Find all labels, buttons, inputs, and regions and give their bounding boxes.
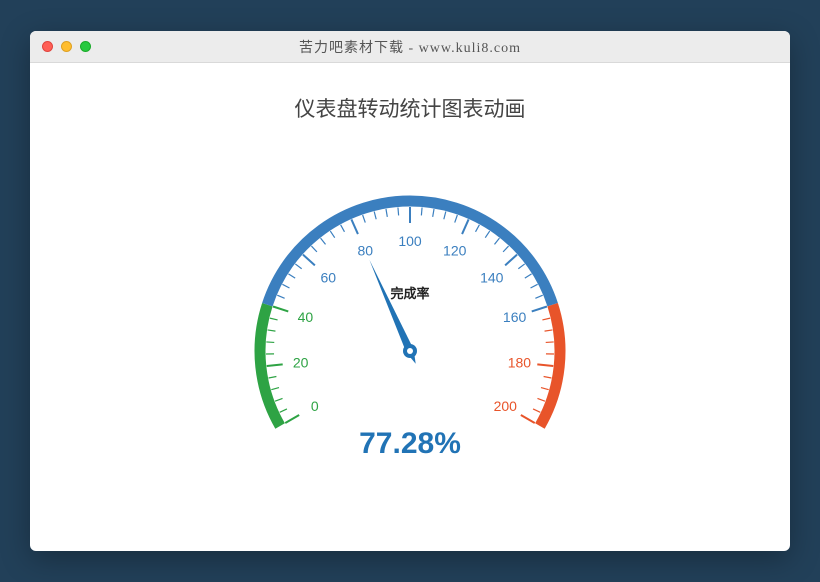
gauge-tick-label: 100 — [398, 233, 422, 249]
gauge-minor-tick — [271, 388, 279, 390]
gauge-minor-tick — [476, 225, 480, 232]
gauge-major-tick — [285, 415, 299, 423]
gauge-minor-tick — [330, 231, 334, 238]
gauge-minor-tick — [421, 208, 422, 216]
gauge-minor-tick — [269, 376, 277, 377]
gauge-minor-tick — [503, 246, 508, 252]
gauge-minor-tick — [525, 274, 532, 278]
gauge-minor-tick — [341, 225, 345, 232]
gauge-minor-tick — [535, 295, 542, 298]
gauge-tick-label: 80 — [357, 243, 373, 259]
gauge-tick-label: 120 — [443, 243, 467, 259]
gauge-minor-tick — [455, 215, 458, 223]
content-area: 仪表盘转动统计图表动画 0 20 40 60 80 100 120 140 160 180 200 … — [30, 63, 790, 501]
gauge-major-tick — [462, 219, 469, 234]
gauge-minor-tick — [531, 284, 538, 288]
gauge-value-label: 77.28% — [359, 427, 461, 461]
gauge-minor-tick — [386, 209, 387, 217]
gauge-minor-tick — [544, 376, 552, 377]
gauge-minor-tick — [546, 342, 554, 343]
gauge-minor-tick — [542, 318, 550, 320]
gauge-minor-tick — [545, 330, 553, 331]
gauge-tick-label: 140 — [480, 269, 504, 285]
gauge-minor-tick — [268, 330, 276, 331]
minimize-icon[interactable] — [61, 41, 72, 52]
gauge-tick-label: 20 — [293, 354, 309, 370]
gauge-tick-label: 180 — [508, 354, 532, 370]
gauge-minor-tick — [270, 318, 278, 320]
gauge-minor-tick — [277, 295, 284, 298]
gauge-minor-tick — [518, 264, 524, 269]
gauge-needle-hub-inner — [407, 348, 413, 354]
gauge-major-tick — [532, 307, 547, 312]
page-title: 仪表盘转动统计图表动画 — [295, 93, 526, 123]
gauge-minor-tick — [311, 246, 316, 252]
gauge-minor-tick — [533, 409, 540, 412]
gauge-minor-tick — [282, 284, 289, 288]
maximize-icon[interactable] — [80, 41, 91, 52]
gauge-tick-label: 160 — [503, 309, 527, 325]
close-icon[interactable] — [42, 41, 53, 52]
gauge-minor-tick — [266, 342, 274, 343]
gauge-minor-tick — [363, 215, 366, 223]
browser-window: 苦力吧素材下载 - www.kuli8.com 仪表盘转动统计图表动画 0 20 4… — [30, 31, 790, 551]
window-titlebar: 苦力吧素材下载 - www.kuli8.com — [30, 31, 790, 63]
gauge-minor-tick — [374, 212, 376, 220]
gauge-major-tick — [273, 307, 288, 312]
gauge-major-tick — [267, 364, 283, 366]
gauge-minor-tick — [398, 208, 399, 216]
gauge-minor-tick — [321, 238, 326, 244]
gauge-minor-tick — [537, 398, 544, 401]
gauge-minor-tick — [541, 388, 549, 390]
gauge-minor-tick — [433, 209, 434, 217]
gauge-minor-tick — [494, 238, 499, 244]
gauge-chart: 0 20 40 60 80 100 120 140 160 180 200 完成率 77.28% — [200, 141, 620, 501]
gauge-tick-label: 60 — [320, 269, 336, 285]
gauge-tick-label: 0 — [311, 398, 319, 414]
gauge-tick-label: 40 — [298, 309, 314, 325]
gauge-major-tick — [351, 219, 358, 234]
traffic-lights — [30, 41, 91, 52]
gauge-major-tick — [303, 255, 315, 266]
gauge-inner-label: 完成率 — [390, 283, 429, 302]
gauge-tick-label: 200 — [494, 398, 518, 414]
gauge-minor-tick — [295, 264, 301, 269]
gauge-major-tick — [537, 364, 553, 366]
gauge-minor-tick — [485, 231, 489, 238]
window-title: 苦力吧素材下载 - www.kuli8.com — [30, 37, 790, 57]
gauge-minor-tick — [275, 398, 282, 401]
gauge-minor-tick — [288, 274, 295, 278]
gauge-major-tick — [521, 415, 535, 423]
gauge-minor-tick — [444, 212, 446, 220]
gauge-major-tick — [505, 255, 517, 266]
gauge-minor-tick — [280, 409, 287, 412]
